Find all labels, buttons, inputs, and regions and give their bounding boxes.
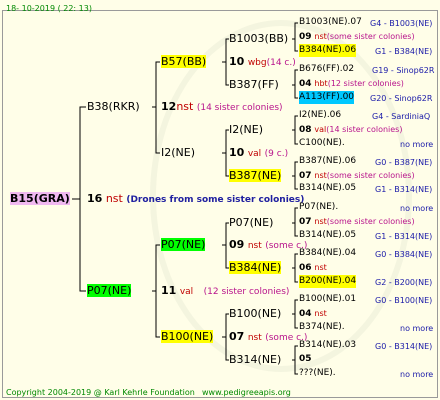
r5-code: no more (400, 140, 434, 149)
b57-node[interactable]: B57(BB) (161, 55, 207, 68)
i2-mid-node[interactable]: I2(NE) (161, 146, 195, 159)
b1003-generation: 10 wbg(14 c.) (229, 55, 296, 68)
b100-node[interactable]: B100(NE) (161, 330, 214, 343)
b38-generation: 12nst (14 sister colonies) (161, 100, 283, 113)
r5-name[interactable]: C100(NE). (299, 137, 345, 150)
r14-name[interactable]: B314(NE).03 (299, 339, 356, 352)
r2-name[interactable]: B676(FF).02 (299, 63, 354, 76)
root-queen[interactable]: B15(GRA) (10, 192, 70, 205)
r1-code: G1 - B384(NE) (375, 47, 433, 56)
r0-generation: 09 nst(some sister colonies) (299, 32, 415, 42)
p07-generation: 11 val (12 sister colonies) (161, 284, 290, 297)
b387ff-node[interactable]: B387(FF) (229, 78, 279, 91)
r0-code: G4 - B1003(NE) (370, 19, 433, 28)
r7-name[interactable]: B314(NE).05 (299, 182, 356, 195)
r10-name[interactable]: B384(NE).04 (299, 247, 356, 260)
r1-name[interactable]: B384(NE).06 (299, 44, 357, 57)
r9-name[interactable]: B314(NE).05 (299, 229, 356, 242)
r14-code: G0 - B314(NE) (375, 342, 433, 351)
r2-code: G19 - Sinop62R (372, 66, 435, 75)
i2-mid-generation: 10 val (9 c.) (229, 146, 289, 159)
r11-name[interactable]: B200(NE).04 (299, 275, 357, 288)
i2ne-node[interactable]: I2(NE) (229, 123, 263, 136)
p07c-node[interactable]: P07(NE) (229, 216, 273, 229)
r3-code: G20 - Sinop62R (370, 94, 433, 103)
r15-name[interactable]: ???(NE). (299, 367, 336, 380)
p07b-generation: 09 nst (some c.) (229, 238, 308, 251)
r13-code: no more (400, 324, 434, 333)
r6-code: G0 - B387(NE) (375, 158, 433, 167)
root-generation: 16 nst (Drones from some sister colonies… (87, 192, 305, 205)
r3-name[interactable]: A113(FF).00 (299, 91, 355, 104)
b100ne-generation: 04 nst (299, 309, 327, 319)
p07-node[interactable]: P07(NE) (87, 284, 132, 297)
report-date: 18- 10-2019 ( 22: 13) (6, 4, 92, 13)
b384-node[interactable]: B384(NE) (229, 261, 282, 274)
r4-name[interactable]: I2(NE).06 (299, 109, 341, 122)
r12-code: G0 - B100(NE) (375, 296, 433, 305)
b1003-node[interactable]: B1003(BB) (229, 32, 288, 45)
r15-code: no more (400, 370, 434, 379)
b100-generation: 07 nst (some c.) (229, 330, 308, 343)
b384-generation: 06 nst (299, 263, 327, 273)
b314-generation: 05 (299, 354, 312, 364)
b314-node[interactable]: B314(NE) (229, 353, 281, 366)
b100ne-node[interactable]: B100(NE) (229, 307, 281, 320)
b387ff-generation: 04 hbt(12 sister colonies) (299, 79, 404, 89)
copyright-text: Copyright 2004-2019 @ Karl Kehrle Founda… (6, 388, 195, 397)
r9-code: G1 - B314(NE) (375, 232, 433, 241)
r12-name[interactable]: B100(NE).01 (299, 293, 356, 306)
b387ne-generation: 07 nst(some sister colonies) (299, 171, 415, 181)
r13-name[interactable]: B374(NE). (299, 321, 345, 334)
r8-code: no more (400, 204, 434, 213)
b38-node[interactable]: B38(RKR) (87, 100, 140, 113)
r0-name[interactable]: B1003(NE).07 (299, 16, 362, 29)
p07c-generation: 07 nst(some sister colonies) (299, 217, 415, 227)
i2ne-generation: 08 val(14 sister colonies) (299, 125, 403, 135)
r4-code: G4 - SardiniaQ (372, 112, 431, 121)
b387ne-node[interactable]: B387(NE) (229, 169, 282, 182)
r10-code: G0 - B384(NE) (375, 250, 433, 259)
r7-code: G1 - B314(NE) (375, 185, 433, 194)
p07b-node[interactable]: P07(NE) (161, 238, 206, 251)
r6-name[interactable]: B387(NE).06 (299, 155, 356, 168)
site-link[interactable]: www.pedigreeapis.org (202, 386, 291, 399)
r8-name[interactable]: P07(NE). (299, 201, 338, 214)
r11-code: G2 - B200(NE) (375, 278, 433, 287)
